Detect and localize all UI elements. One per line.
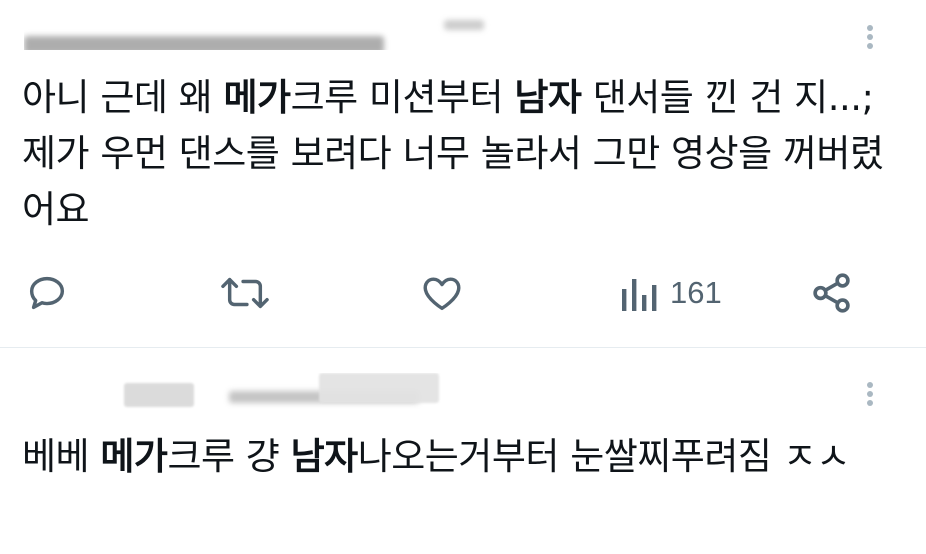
views-count: 161 bbox=[670, 275, 722, 310]
tweet-text: 베베 메가크루 걍 남자나오는거부터 눈쌀찌푸려짐 ㅈㅅ bbox=[22, 435, 850, 478]
tweet-1[interactable]: 아니 근데 왜 메가크루 미션부터 남자 댄서들 낀 건 지...; 제가 우먼… bbox=[0, 0, 926, 348]
views-icon bbox=[622, 279, 657, 311]
tweet-2[interactable]: 베베 메가크루 걍 남자나오는거부터 눈쌀찌푸려짐 ㅈㅅ bbox=[0, 349, 926, 554]
retweet-button[interactable] bbox=[218, 268, 272, 318]
more-options-icon[interactable] bbox=[864, 22, 876, 62]
heart-icon bbox=[423, 277, 461, 311]
tweet-actions: 161 bbox=[0, 268, 926, 318]
views-button[interactable]: 161 bbox=[620, 268, 722, 318]
tweet-text: 아니 근데 왜 메가크루 미션부터 남자 댄서들 낀 건 지...; 제가 우먼… bbox=[22, 76, 884, 231]
share-button[interactable] bbox=[808, 268, 856, 318]
share-icon bbox=[813, 273, 850, 313]
like-button[interactable] bbox=[418, 268, 466, 318]
more-options-icon[interactable] bbox=[864, 379, 876, 419]
tweet-header-redacted bbox=[24, 14, 544, 50]
reply-button[interactable] bbox=[24, 268, 70, 318]
reply-icon bbox=[29, 276, 65, 310]
retweet-icon bbox=[221, 277, 269, 309]
tweet-divider bbox=[0, 347, 926, 348]
tweet-header-redacted bbox=[24, 373, 544, 409]
